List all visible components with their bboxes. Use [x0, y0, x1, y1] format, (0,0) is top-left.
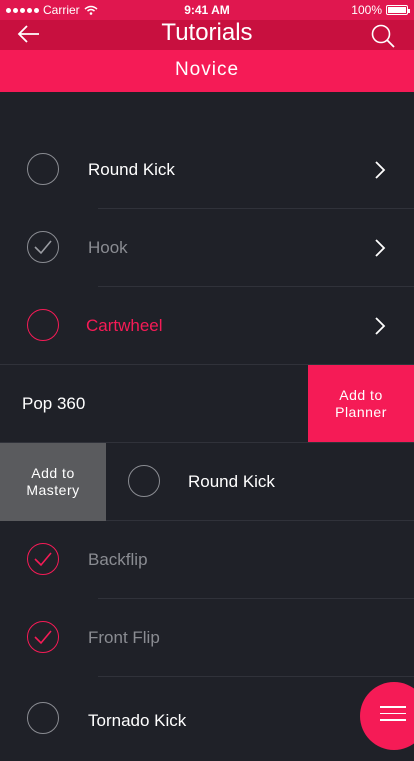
- add-to-planner-label: Add to Planner: [335, 387, 387, 420]
- list-item-label: Backflip: [88, 550, 148, 569]
- battery-percent: 100%: [351, 3, 382, 17]
- status-circle-icon[interactable]: [128, 465, 160, 497]
- section-header: Novice: [0, 50, 414, 92]
- mastered-check-icon[interactable]: [27, 621, 59, 653]
- add-to-planner-button[interactable]: Add to Planner: [308, 365, 414, 443]
- battery-icon: [386, 5, 410, 15]
- chevron-right-icon[interactable]: [374, 238, 386, 258]
- list-item[interactable]: Cartwheel: [0, 287, 414, 365]
- checked-circle-icon[interactable]: [27, 231, 59, 263]
- list-item[interactable]: Front Flip: [0, 599, 414, 677]
- mastered-check-icon[interactable]: [27, 543, 59, 575]
- list-item-swiped[interactable]: Add to Mastery Round Kick: [0, 443, 414, 521]
- menu-icon: [380, 706, 406, 726]
- list-item-label: Pop 360: [22, 394, 86, 413]
- status-circle-icon[interactable]: [27, 153, 59, 185]
- nav-bar: Tutorials: [0, 20, 414, 50]
- add-to-mastery-label: Add to Mastery: [26, 465, 80, 498]
- list-item-label: Tornado Kick: [88, 711, 187, 730]
- list-item[interactable]: Backflip: [0, 521, 414, 599]
- divider: [98, 676, 414, 677]
- list-item-label: Round Kick: [188, 472, 275, 491]
- status-circle-icon[interactable]: [27, 702, 59, 734]
- chevron-right-icon[interactable]: [374, 316, 386, 336]
- active-circle-icon[interactable]: [27, 309, 59, 341]
- search-icon[interactable]: [370, 23, 396, 49]
- page-title: Tutorials: [161, 19, 253, 46]
- list-item-label: Front Flip: [88, 628, 160, 647]
- list-item[interactable]: Round Kick: [0, 131, 414, 209]
- list-item-label: Round Kick: [88, 160, 175, 179]
- list-item-swiped[interactable]: Pop 360 Add to Planner: [0, 365, 414, 443]
- list-item-label: Cartwheel: [86, 316, 163, 335]
- list-item-label: Hook: [88, 238, 128, 257]
- list-item[interactable]: Tornado Kick: [0, 681, 414, 759]
- status-bar: Carrier 9:41 AM 100%: [0, 0, 414, 20]
- chevron-right-icon[interactable]: [374, 160, 386, 180]
- list-item[interactable]: Hook: [0, 209, 414, 287]
- add-to-mastery-button[interactable]: Add to Mastery: [0, 443, 106, 521]
- status-right: 100%: [351, 3, 410, 17]
